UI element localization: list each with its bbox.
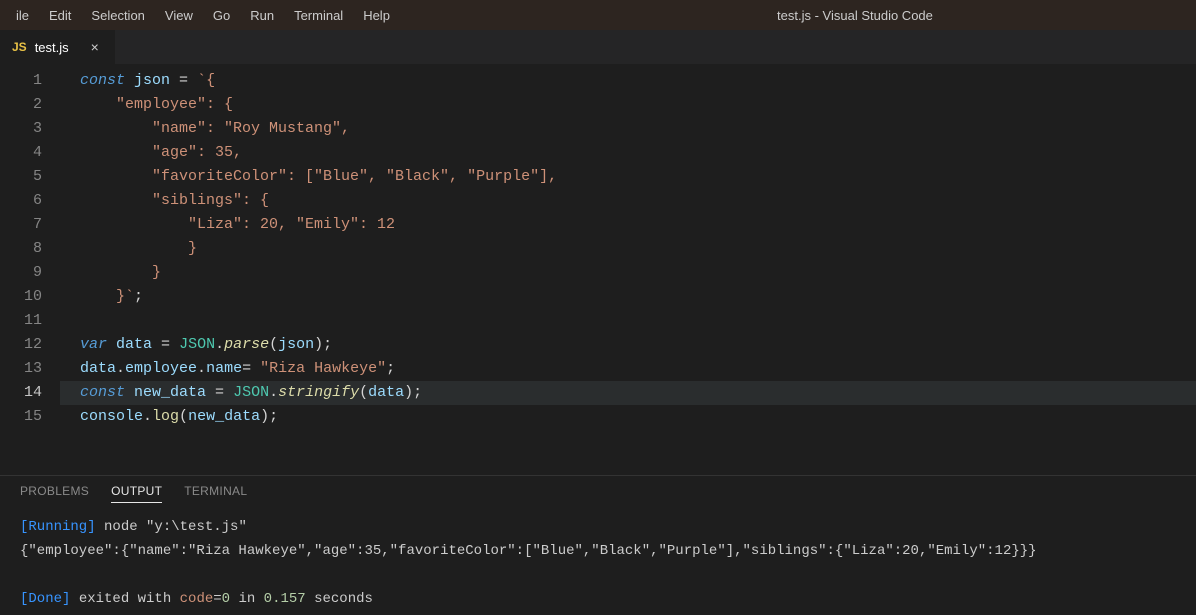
- window-title: test.js - Visual Studio Code: [520, 8, 1190, 23]
- output-line-running: [Running] node "y:\test.js": [20, 515, 1176, 539]
- running-command: node "y:\test.js": [96, 519, 247, 535]
- tab-bar: JS test.js ×: [0, 30, 1196, 65]
- done-text-3: seconds: [306, 591, 373, 607]
- menu-view[interactable]: View: [155, 4, 203, 27]
- code-line[interactable]: "name": "Roy Mustang",: [60, 117, 1196, 141]
- line-number: 7: [0, 213, 60, 237]
- done-label: [Done]: [20, 591, 70, 607]
- code-line[interactable]: "age": 35,: [60, 141, 1196, 165]
- code-line[interactable]: data.employee.name= "Riza Hawkeye";: [60, 357, 1196, 381]
- line-number: 13: [0, 357, 60, 381]
- code-line[interactable]: }`;: [60, 285, 1196, 309]
- code-line[interactable]: "siblings": {: [60, 189, 1196, 213]
- tab-filename: test.js: [35, 40, 69, 55]
- code-line[interactable]: [60, 309, 1196, 333]
- editor[interactable]: 123456789101112131415 const json = `{ "e…: [0, 65, 1196, 475]
- menu-run[interactable]: Run: [240, 4, 284, 27]
- output-line-result: {"employee":{"name":"Riza Hawkeye","age"…: [20, 539, 1176, 563]
- line-number: 5: [0, 165, 60, 189]
- code-line[interactable]: "favoriteColor": ["Blue", "Black", "Purp…: [60, 165, 1196, 189]
- code-area[interactable]: const json = `{ "employee": { "name": "R…: [60, 65, 1196, 475]
- output-line-done: [Done] exited with code=0 in 0.157 secon…: [20, 587, 1176, 611]
- line-number: 10: [0, 285, 60, 309]
- line-number: 12: [0, 333, 60, 357]
- output-content[interactable]: [Running] node "y:\test.js" {"employee":…: [0, 511, 1196, 615]
- line-number-gutter: 123456789101112131415: [0, 65, 60, 475]
- code-line[interactable]: const new_data = JSON.stringify(data);: [60, 381, 1196, 405]
- done-eq: =: [213, 591, 221, 607]
- line-number: 6: [0, 189, 60, 213]
- panel-tab-output[interactable]: OUTPUT: [111, 484, 162, 503]
- tab-testjs[interactable]: JS test.js ×: [0, 30, 116, 64]
- menubar: ileEditSelectionViewGoRunTerminalHelp te…: [0, 0, 1196, 30]
- menu-go[interactable]: Go: [203, 4, 240, 27]
- menu-ile[interactable]: ile: [6, 4, 39, 27]
- menu-selection[interactable]: Selection: [81, 4, 154, 27]
- panel-tab-terminal[interactable]: TERMINAL: [184, 484, 247, 503]
- line-number: 1: [0, 69, 60, 93]
- bottom-panel: PROBLEMS OUTPUT TERMINAL [Running] node "y…: [0, 475, 1196, 615]
- code-line[interactable]: }: [60, 261, 1196, 285]
- done-text-2: in: [230, 591, 264, 607]
- code-line[interactable]: var data = JSON.parse(json);: [60, 333, 1196, 357]
- done-text-1: exited with: [70, 591, 179, 607]
- menu-edit[interactable]: Edit: [39, 4, 81, 27]
- menu-terminal[interactable]: Terminal: [284, 4, 353, 27]
- running-label: [Running]: [20, 519, 96, 535]
- line-number: 9: [0, 261, 60, 285]
- line-number: 4: [0, 141, 60, 165]
- line-number: 8: [0, 237, 60, 261]
- line-number: 11: [0, 309, 60, 333]
- close-icon[interactable]: ×: [87, 39, 103, 55]
- panel-tabs: PROBLEMS OUTPUT TERMINAL: [0, 476, 1196, 511]
- javascript-icon: JS: [12, 40, 27, 54]
- code-line[interactable]: console.log(new_data);: [60, 405, 1196, 429]
- code-line[interactable]: "employee": {: [60, 93, 1196, 117]
- done-code-value: 0: [222, 591, 230, 607]
- menu-help[interactable]: Help: [353, 4, 400, 27]
- line-number: 3: [0, 117, 60, 141]
- line-number: 14: [0, 381, 60, 405]
- code-line[interactable]: const json = `{: [60, 69, 1196, 93]
- line-number: 2: [0, 93, 60, 117]
- line-number: 15: [0, 405, 60, 429]
- done-seconds: 0.157: [264, 591, 306, 607]
- code-line[interactable]: "Liza": 20, "Emily": 12: [60, 213, 1196, 237]
- code-line[interactable]: }: [60, 237, 1196, 261]
- output-blank-line: [20, 563, 1176, 587]
- done-code-key: code: [180, 591, 214, 607]
- panel-tab-problems[interactable]: PROBLEMS: [20, 484, 89, 503]
